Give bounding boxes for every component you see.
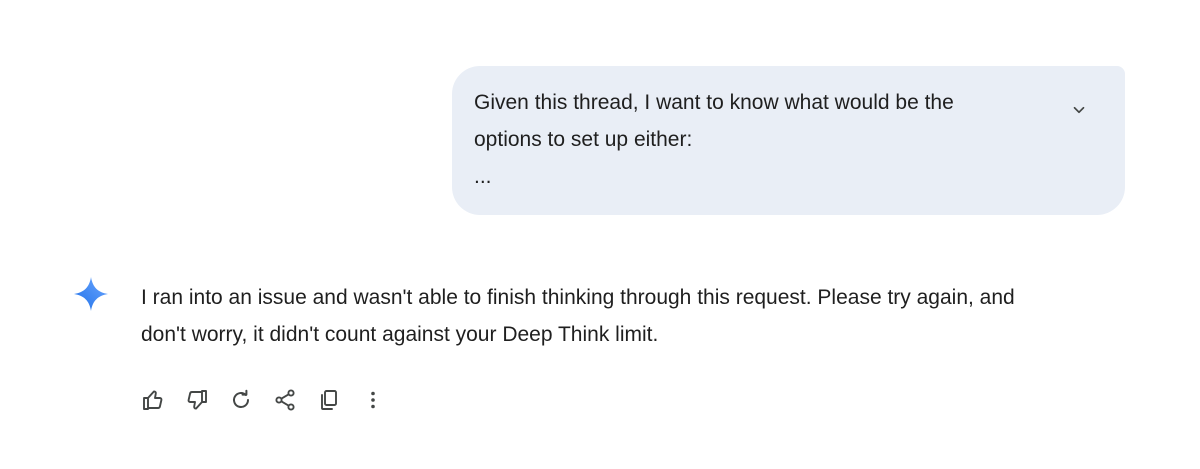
response-line: don't worry, it didn't count against you… <box>141 323 659 346</box>
user-prompt-line: Given this thread, I want to know what w… <box>474 91 954 114</box>
copy-icon <box>321 390 337 410</box>
response-action-bar <box>137 384 401 416</box>
share-icon <box>275 389 295 411</box>
response-line: I ran into an issue and wasn't able to f… <box>141 286 1015 309</box>
thumbs-down-icon <box>187 390 207 410</box>
chevron-down-icon <box>1073 106 1085 114</box>
user-prompt-line: options to set up either: <box>474 128 693 151</box>
more-vert-icon <box>371 391 375 409</box>
user-prompt-bubble: Given this thread, I want to know what w… <box>452 66 1125 215</box>
user-prompt-line: ... <box>474 165 492 188</box>
regenerate-icon <box>233 389 249 408</box>
gemini-sparkle-icon <box>74 277 108 311</box>
regenerate-button[interactable] <box>225 384 257 416</box>
chat-page: Given this thread, I want to know what w… <box>0 0 1200 469</box>
good-response-button[interactable] <box>137 384 169 416</box>
thumbs-up-icon <box>143 390 163 410</box>
expand-prompt-button[interactable] <box>1065 96 1093 124</box>
bad-response-button[interactable] <box>181 384 213 416</box>
copy-button[interactable] <box>313 384 345 416</box>
more-options-button[interactable] <box>357 384 389 416</box>
user-prompt-text: Given this thread, I want to know what w… <box>474 84 1034 195</box>
share-button[interactable] <box>269 384 301 416</box>
response-text: I ran into an issue and wasn't able to f… <box>141 279 1101 353</box>
